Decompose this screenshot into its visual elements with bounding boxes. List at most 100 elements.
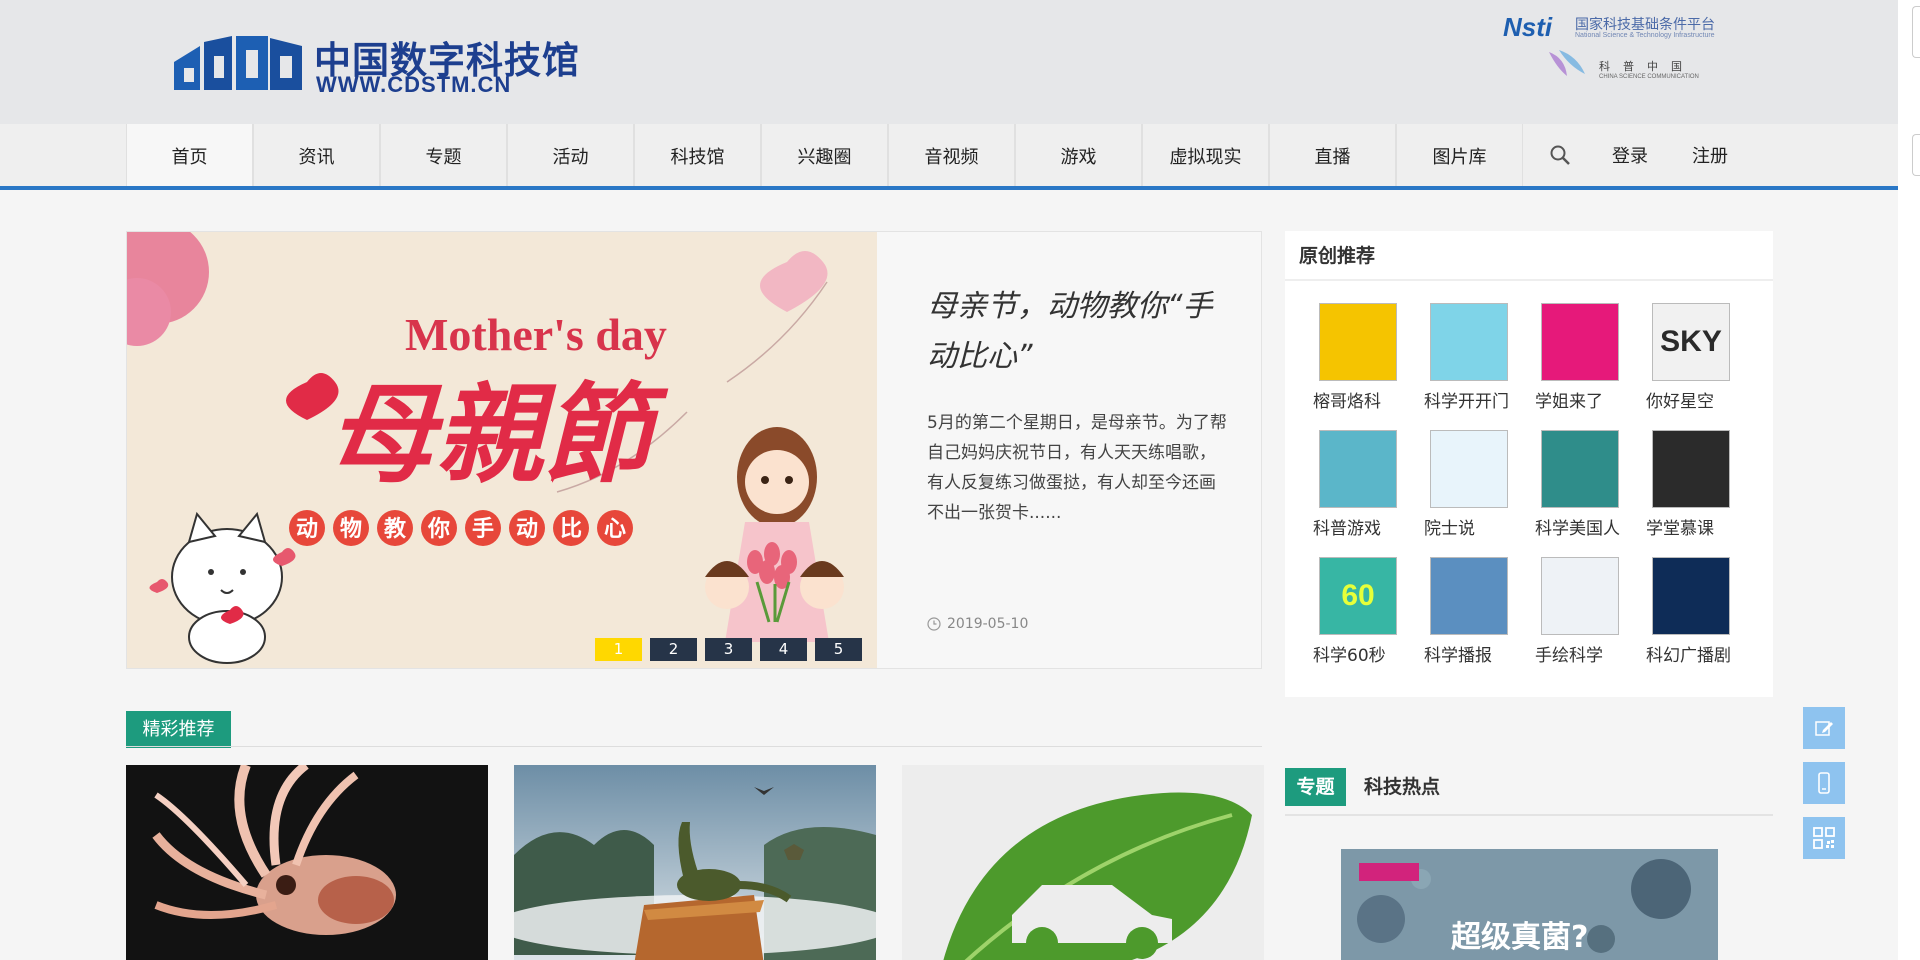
leaf-car-image: [902, 765, 1264, 960]
nav-item-label: 音视频: [924, 147, 979, 168]
original-item-thumbnail: 60: [1319, 557, 1397, 635]
search-icon: [1550, 145, 1570, 165]
main-nav: 首页 资讯 专题 活动 科技馆 兴趣圈 音视频 游戏 虚拟现实 直播 图片库: [126, 124, 1523, 190]
original-item-11[interactable]: 科幻广播剧: [1646, 557, 1757, 666]
original-item-thumbnail: [1652, 430, 1730, 508]
nav-item-1[interactable]: 资讯: [253, 124, 380, 190]
subtitle-char: 物: [340, 516, 362, 542]
edit-icon: [1815, 721, 1833, 736]
nav-item-6[interactable]: 音视频: [888, 124, 1015, 190]
nav-item-4[interactable]: 科技馆: [634, 124, 761, 190]
original-item-thumbnail: [1430, 430, 1508, 508]
original-item-thumbnail-text: 60: [1341, 579, 1375, 612]
nav-item-label: 虚拟现实: [1169, 147, 1242, 168]
original-item-3[interactable]: SKY 你好星空: [1646, 303, 1757, 412]
original-item-thumbnail: [1541, 303, 1619, 381]
site-logo[interactable]: 中国数字科技馆 WWW.CDSTM.CN: [170, 28, 590, 98]
logo-text-en: WWW.CDSTM.CN: [316, 72, 512, 97]
slide-image[interactable]: Mother's day 母親節 动物教你手动比心: [127, 232, 877, 668]
original-item-thumbnail: [1430, 303, 1508, 381]
nav-item-3[interactable]: 活动: [507, 124, 634, 190]
subtitle-char: 动: [516, 517, 538, 542]
original-item-2[interactable]: 学姐来了: [1535, 303, 1646, 412]
nav-item-8[interactable]: 虚拟现实: [1142, 124, 1269, 190]
nsti-name-cn: 国家科技基础条件平台: [1575, 17, 1715, 33]
slide-en-title: Mother's day: [405, 309, 667, 360]
original-item-thumbnail: [1319, 430, 1397, 508]
nav-item-2[interactable]: 专题: [380, 124, 507, 190]
subtitle-char: 手: [472, 517, 494, 542]
original-item-label: 学堂慕课: [1646, 519, 1714, 539]
original-recommendations-grid: 榕哥烙科 科学开开门 学姐来了 SKY 你好星空科普游戏 院士说 科学美国人 学堂慕课 60 科学…: [1313, 303, 1757, 666]
qr-code-icon: [1813, 827, 1835, 849]
nav-item-label: 直播: [1314, 147, 1351, 168]
original-item-label: 科普游戏: [1313, 519, 1381, 539]
original-item-label: 科学60秒: [1313, 646, 1386, 666]
slider-pager: 12345: [595, 638, 862, 661]
search-button[interactable]: [1520, 124, 1600, 186]
featured-card-squid[interactable]: [126, 765, 488, 960]
topics-divider: [1285, 814, 1773, 816]
original-item-label: 科学播报: [1424, 646, 1492, 666]
original-item-4[interactable]: 科普游戏: [1313, 430, 1424, 539]
nsti-logo: Nsti: [1503, 12, 1553, 42]
nav-item-9[interactable]: 直播: [1269, 124, 1396, 190]
topic-image-caption: 超级真菌?: [1451, 920, 1588, 955]
tab-topics[interactable]: 专题: [1285, 768, 1346, 806]
topic-feature-image[interactable]: 超级真菌?: [1341, 849, 1718, 960]
slide-description: 5月的第二个星期日，是母亲节。为了帮自己妈妈庆祝节日，有人天天练唱歌，有人反复练…: [927, 413, 1227, 523]
feedback-button[interactable]: [1803, 707, 1845, 749]
mothers-day-illustration: Mother's day 母親節 动物教你手动比心: [127, 232, 877, 668]
subtitle-char: 心: [604, 517, 626, 542]
clipped-side-box: [1912, 6, 1920, 58]
original-item-0[interactable]: 榕哥烙科: [1313, 303, 1424, 412]
nav-item-label: 科技馆: [670, 147, 725, 168]
slider-page-3[interactable]: 3: [705, 638, 752, 661]
mobile-version-button[interactable]: [1803, 762, 1845, 804]
original-item-label: 科学开开门: [1424, 392, 1509, 412]
hero-slider: Mother's day 母親節 动物教你手动比心 1 2 3 4 5 母亲节，…: [126, 231, 1262, 669]
slider-page-2[interactable]: 2: [650, 638, 697, 661]
nav-item-0[interactable]: 首页: [126, 124, 253, 190]
original-recommendations-title: 原创推荐: [1285, 231, 1773, 281]
original-item-1[interactable]: 科学开开门: [1424, 303, 1535, 412]
nav-item-label: 专题: [425, 147, 462, 168]
nav-item-label: 图片库: [1432, 147, 1487, 168]
original-item-7[interactable]: 学堂慕课: [1646, 430, 1757, 539]
clipped-side-input: [1912, 134, 1920, 176]
nav-tools: 登录 注册: [1520, 124, 1760, 186]
featured-card-leaf-car[interactable]: [902, 765, 1264, 960]
nav-item-7[interactable]: 游戏: [1015, 124, 1142, 190]
tab-tech-hotspots[interactable]: 科技热点: [1364, 768, 1440, 806]
subtitle-char: 你: [427, 517, 450, 542]
site-header: 中国数字科技馆 WWW.CDSTM.CN Nsti 国家科技基础条件平台 Nat…: [0, 0, 1898, 124]
original-item-9[interactable]: 科学播报: [1424, 557, 1535, 666]
original-item-thumbnail: [1652, 557, 1730, 635]
login-link[interactable]: 登录: [1600, 142, 1660, 168]
slider-page-4[interactable]: 4: [760, 638, 807, 661]
science-china-name-cn: 科普中国: [1599, 60, 1695, 73]
original-item-10[interactable]: 手绘科学: [1535, 557, 1646, 666]
original-item-thumbnail-text: SKY: [1660, 325, 1722, 358]
featured-card-dinosaur[interactable]: [514, 765, 876, 960]
original-item-label: 你好星空: [1646, 392, 1714, 412]
original-item-label: 手绘科学: [1535, 646, 1603, 666]
slide-cn-title: 母親節: [327, 372, 669, 498]
original-item-thumbnail: [1430, 557, 1508, 635]
slider-page-1[interactable]: 1: [595, 638, 642, 661]
original-item-6[interactable]: 科学美国人: [1535, 430, 1646, 539]
featured-section-divider: [126, 746, 1262, 747]
slider-page-5[interactable]: 5: [815, 638, 862, 661]
dinosaur-image: [514, 765, 876, 960]
nav-item-10[interactable]: 图片库: [1396, 124, 1523, 190]
logo-mark-icon: [174, 36, 302, 90]
original-item-8[interactable]: 60 科学60秒: [1313, 557, 1424, 666]
original-item-5[interactable]: 院士说: [1424, 430, 1535, 539]
slide-title[interactable]: 母亲节，动物教你“手动比心”: [927, 282, 1227, 382]
partner-logos[interactable]: Nsti 国家科技基础条件平台 National Science & Techn…: [1503, 10, 1773, 84]
register-link[interactable]: 注册: [1680, 142, 1740, 168]
nav-underline: [0, 186, 1898, 190]
original-item-thumbnail: [1319, 303, 1397, 381]
nav-item-5[interactable]: 兴趣圈: [761, 124, 888, 190]
qr-code-button[interactable]: [1803, 817, 1845, 859]
